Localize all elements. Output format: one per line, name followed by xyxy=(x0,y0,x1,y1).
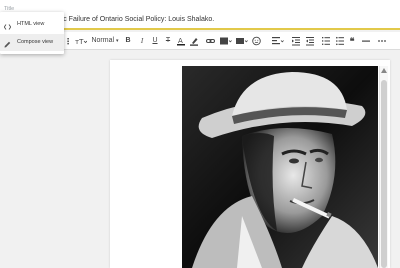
indent-icon[interactable] xyxy=(292,36,300,46)
scroll-thumb[interactable] xyxy=(381,80,387,268)
text-color-icon[interactable]: A xyxy=(177,36,185,46)
bulleted-list-icon[interactable] xyxy=(336,36,344,46)
highlight-icon[interactable] xyxy=(190,36,198,46)
post-image[interactable] xyxy=(182,66,378,268)
mode-html-view[interactable]: HTML view xyxy=(0,16,64,33)
strikethrough-icon[interactable]: T xyxy=(164,36,172,46)
chevron-down-icon: ▾ xyxy=(116,38,119,44)
numbered-list-icon[interactable] xyxy=(322,36,330,46)
format-select[interactable]: Normal ▾ xyxy=(91,36,119,46)
quote-icon[interactable]: ❝ xyxy=(348,36,356,46)
pencil-icon xyxy=(4,39,11,56)
more-icon[interactable] xyxy=(378,36,386,46)
video-icon[interactable] xyxy=(236,36,248,46)
editor-scrollbar[interactable] xyxy=(379,66,388,268)
bold-icon[interactable]: B xyxy=(124,36,132,46)
link-icon[interactable] xyxy=(206,36,215,46)
mode-menu: HTML view Compose view xyxy=(0,12,64,54)
image-icon[interactable] xyxy=(220,36,232,46)
mode-compose-label: Compose view xyxy=(17,39,54,45)
font-icon[interactable]: ⋮ xyxy=(64,36,72,46)
emoji-icon[interactable] xyxy=(252,36,261,46)
mode-compose-view[interactable]: Compose view xyxy=(0,34,64,51)
font-size-icon[interactable]: ᴛT xyxy=(75,36,87,46)
italic-icon[interactable]: I xyxy=(138,36,146,46)
format-select-value: Normal xyxy=(91,37,115,44)
outdent-icon[interactable] xyxy=(306,36,314,46)
svg-text:A: A xyxy=(178,37,183,45)
underline-icon[interactable]: U xyxy=(151,36,159,46)
svg-text:ᴛT: ᴛT xyxy=(75,38,84,46)
mode-html-label: HTML view xyxy=(17,21,45,27)
post-title-input[interactable]: ...atic Failure of Ontario Social Policy… xyxy=(50,16,214,23)
scroll-up-icon[interactable] xyxy=(381,68,387,73)
svg-text:⋮: ⋮ xyxy=(64,37,72,46)
clear-format-icon[interactable] xyxy=(362,36,370,46)
align-icon[interactable] xyxy=(272,36,284,46)
